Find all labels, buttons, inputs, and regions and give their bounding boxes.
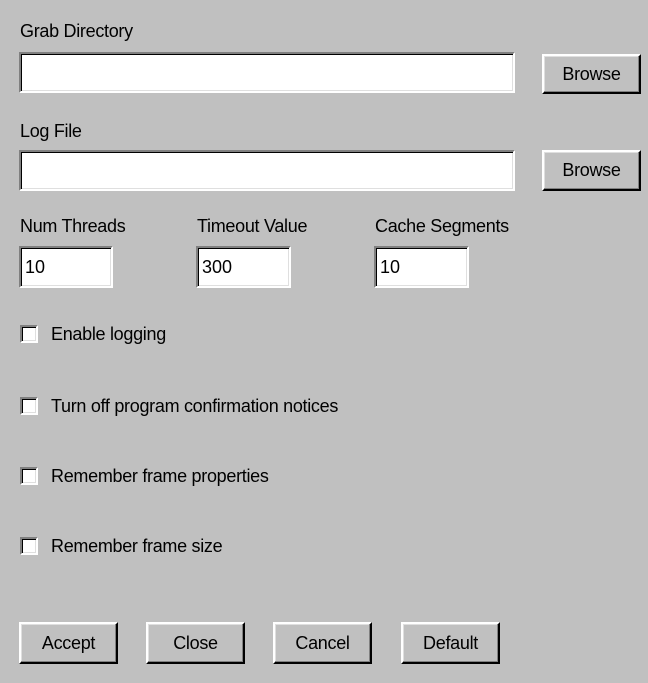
num-threads-input[interactable] [19, 246, 113, 288]
timeout-value-input[interactable] [196, 246, 291, 288]
remember-frame-size-label: Remember frame size [51, 535, 223, 556]
enable-logging-label: Enable logging [51, 323, 166, 344]
grab-directory-label: Grab Directory [20, 21, 133, 41]
cancel-button[interactable]: Cancel [273, 622, 372, 664]
remember-frame-properties-checkbox[interactable] [20, 467, 38, 485]
num-threads-label: Num Threads [20, 216, 126, 236]
grab-directory-browse-button[interactable]: Browse [542, 54, 641, 94]
log-file-input[interactable] [19, 150, 515, 191]
cache-segments-input[interactable] [374, 246, 469, 288]
enable-logging-checkbox[interactable] [20, 325, 38, 343]
turn-off-confirmation-notices-label: Turn off program confirmation notices [51, 395, 339, 416]
turn-off-confirmation-notices-option[interactable]: Turn off program confirmation notices [20, 394, 338, 418]
remember-frame-properties-option[interactable]: Remember frame properties [20, 464, 269, 488]
close-button[interactable]: Close [146, 622, 245, 664]
grab-directory-input[interactable] [19, 52, 515, 93]
default-button[interactable]: Default [401, 622, 500, 664]
remember-frame-size-checkbox[interactable] [20, 537, 38, 555]
log-file-label: Log File [20, 121, 82, 141]
accept-button[interactable]: Accept [19, 622, 118, 664]
log-file-browse-button[interactable]: Browse [542, 150, 641, 191]
enable-logging-option[interactable]: Enable logging [20, 322, 166, 346]
remember-frame-size-option[interactable]: Remember frame size [20, 534, 223, 558]
timeout-value-label: Timeout Value [197, 216, 308, 236]
turn-off-confirmation-notices-checkbox[interactable] [20, 397, 38, 415]
cache-segments-label: Cache Segments [375, 216, 509, 236]
remember-frame-properties-label: Remember frame properties [51, 465, 269, 486]
